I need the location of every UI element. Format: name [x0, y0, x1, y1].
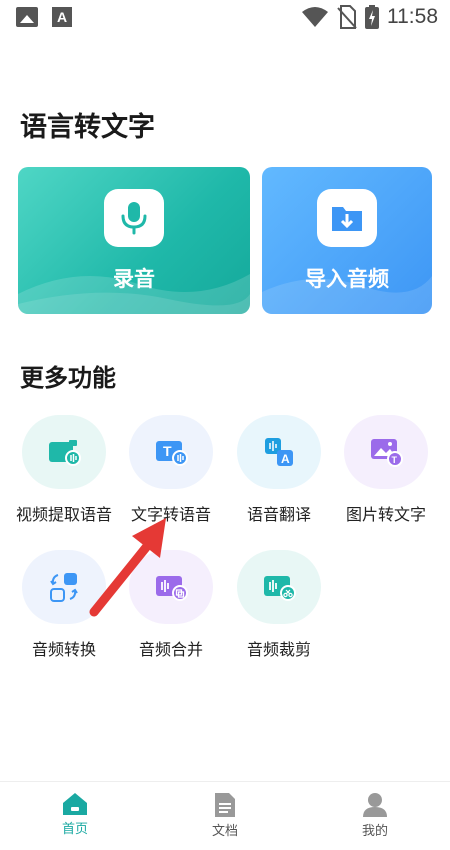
folder-download-icon: [317, 189, 377, 247]
svg-text:T: T: [163, 443, 172, 459]
text-to-speech-icon: T: [129, 415, 213, 489]
bottom-nav: 首页 文档 我的: [0, 781, 450, 850]
feature-text-to-speech[interactable]: T 文字转语音: [121, 415, 221, 525]
nav-home[interactable]: 首页: [0, 782, 150, 850]
import-audio-card[interactable]: 导入音频: [262, 167, 432, 314]
feature-audio-cut[interactable]: 音频裁剪: [229, 550, 329, 660]
nav-docs-label: 文档: [211, 824, 238, 839]
microphone-icon: [104, 189, 164, 247]
translate-icon: A: [237, 415, 321, 489]
svg-text:T: T: [392, 455, 398, 465]
nav-mine-label: 我的: [361, 824, 388, 839]
audio-convert-icon: [22, 550, 106, 624]
wifi-icon: [302, 7, 328, 27]
feature-voice-translate[interactable]: A 语音翻译: [229, 415, 329, 525]
more-features-title: 更多功能: [20, 364, 116, 392]
feature-label: 视频提取语音: [15, 505, 112, 524]
feature-label: 语音翻译: [246, 505, 311, 524]
feature-audio-convert[interactable]: 音频转换: [14, 550, 114, 660]
battery-charging-icon: [365, 5, 379, 29]
image-text-icon: T: [344, 415, 428, 489]
audio-merge-icon: [129, 550, 213, 624]
feature-label: 音频合并: [138, 640, 203, 659]
home-icon: [63, 793, 87, 815]
record-card[interactable]: 录音: [18, 167, 250, 314]
video-audio-icon: [22, 415, 106, 489]
document-icon: [215, 793, 235, 817]
record-label: 录音: [113, 267, 155, 291]
audio-cut-icon: [237, 550, 321, 624]
feature-label: 音频转换: [31, 640, 96, 659]
feature-label: 音频裁剪: [246, 640, 311, 659]
feature-image-to-text[interactable]: T 图片转文字: [336, 415, 436, 525]
clock: 11:58: [387, 5, 438, 28]
svg-text:A: A: [281, 452, 290, 466]
status-bar: A 11:58: [0, 0, 450, 36]
feature-audio-merge[interactable]: 音频合并: [121, 550, 221, 660]
feature-label: 文字转语音: [130, 505, 211, 524]
nav-home-label: 首页: [61, 822, 88, 837]
no-sim-icon: [337, 5, 357, 29]
image-icon: [16, 7, 38, 27]
import-audio-label: 导入音频: [305, 267, 389, 291]
feature-label: 图片转文字: [345, 505, 426, 524]
page-title: 语言转文字: [20, 112, 155, 143]
font-a-icon: A: [52, 7, 72, 27]
nav-docs[interactable]: 文档: [150, 782, 300, 850]
user-icon: [363, 793, 387, 817]
nav-mine[interactable]: 我的: [300, 782, 450, 850]
feature-video-extract-audio[interactable]: 视频提取语音: [14, 415, 114, 525]
